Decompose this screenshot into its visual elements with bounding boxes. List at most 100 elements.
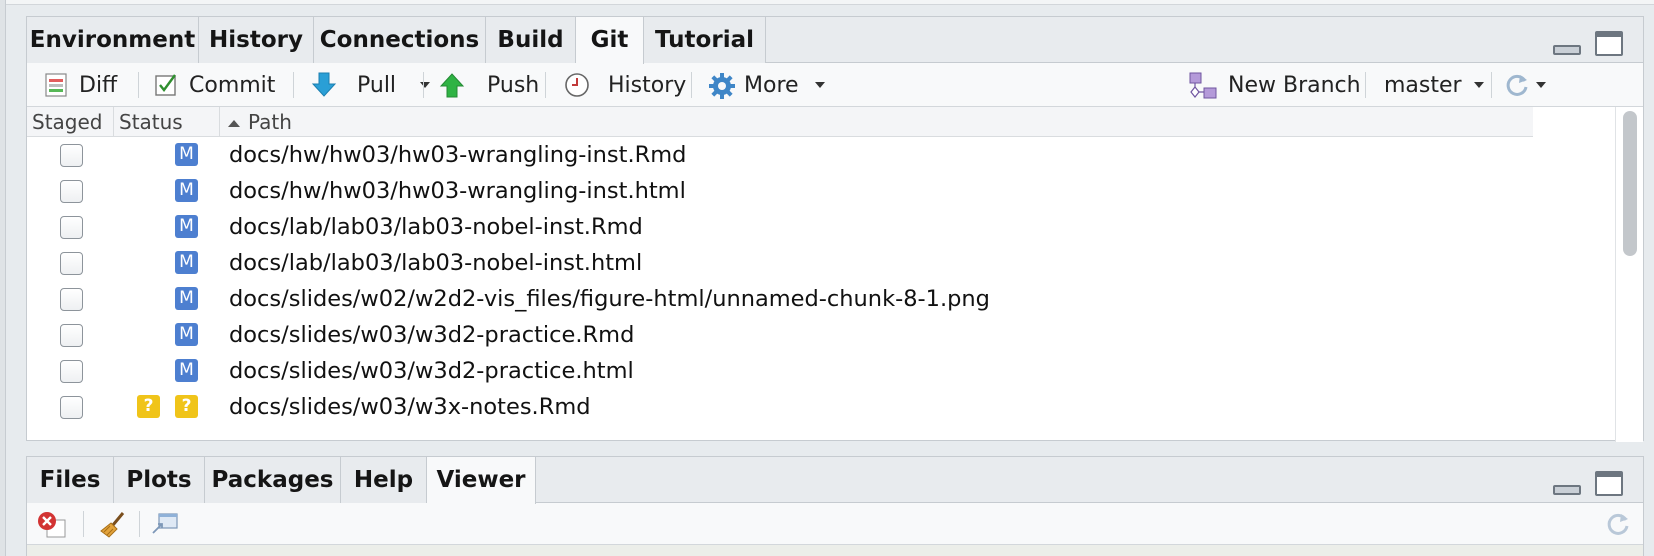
pull-label: Pull	[357, 72, 397, 98]
file-row[interactable]: Mdocs/slides/w02/w2d2-vis_files/figure-h…	[27, 281, 1533, 317]
file-path[interactable]: docs/slides/w03/w3x-notes.Rmd	[229, 389, 591, 425]
modified-status-badge: M	[175, 287, 198, 310]
clear-viewer-button[interactable]	[37, 503, 66, 545]
modified-status-badge: M	[175, 359, 198, 382]
tab-packages[interactable]: Packages	[205, 457, 341, 503]
toolbar-divider	[1491, 72, 1492, 98]
file-path[interactable]: docs/lab/lab03/lab03-nobel-inst.html	[229, 245, 642, 281]
popout-window-icon	[151, 511, 178, 537]
minimize-pane-icon[interactable]	[1553, 45, 1581, 55]
refresh-icon	[1504, 72, 1530, 98]
toolbar-divider	[138, 72, 139, 98]
untracked-status-badge: ?	[137, 395, 160, 418]
tab-help[interactable]: Help	[341, 457, 427, 503]
staged-checkbox[interactable]	[60, 180, 83, 203]
git-pane: Environment History Connections Build Gi…	[26, 16, 1644, 442]
push-button[interactable]: Push	[439, 63, 539, 107]
toolbar-divider	[139, 511, 140, 537]
toolbar-divider	[293, 72, 294, 98]
file-row[interactable]: Mdocs/lab/lab03/lab03-nobel-inst.html	[27, 245, 1533, 281]
maximize-pane-icon[interactable]	[1595, 471, 1623, 496]
file-list-scrollbar[interactable]	[1615, 107, 1643, 442]
file-path[interactable]: docs/hw/hw03/hw03-wrangling-inst.html	[229, 173, 686, 209]
tab-tutorial[interactable]: Tutorial	[644, 17, 766, 63]
refresh-icon	[1605, 511, 1631, 537]
tab-connections[interactable]: Connections	[314, 17, 486, 63]
new-branch-button[interactable]: New Branch	[1188, 63, 1361, 107]
staged-checkbox[interactable]	[60, 216, 83, 239]
show-in-new-window-button[interactable]	[151, 503, 178, 545]
toolbar-divider	[1365, 72, 1366, 98]
column-header-path[interactable]: Path	[220, 107, 1533, 137]
minimize-pane-icon[interactable]	[1553, 485, 1581, 495]
tab-viewer[interactable]: Viewer	[427, 457, 536, 504]
staged-checkbox[interactable]	[60, 360, 83, 383]
window-top-strip	[0, 0, 1654, 5]
file-row[interactable]: Mdocs/hw/hw03/hw03-wrangling-inst.html	[27, 173, 1533, 209]
column-header-path-label: Path	[248, 110, 292, 134]
pane-window-controls	[1545, 31, 1635, 61]
sort-ascending-icon	[228, 120, 240, 127]
tab-files[interactable]: Files	[27, 457, 114, 503]
tab-git[interactable]: Git	[576, 17, 644, 64]
scrollbar-thumb[interactable]	[1623, 111, 1637, 256]
file-row[interactable]: Mdocs/slides/w03/w3d2-practice.html	[27, 353, 1533, 389]
remove-icon	[37, 511, 66, 538]
modified-status-badge: M	[175, 143, 198, 166]
file-path[interactable]: docs/slides/w02/w2d2-vis_files/figure-ht…	[229, 281, 990, 317]
new-branch-label: New Branch	[1228, 72, 1361, 98]
untracked-status-badge: ?	[175, 395, 198, 418]
branch-selector[interactable]: master	[1384, 63, 1484, 107]
push-label: Push	[487, 72, 540, 98]
file-path[interactable]: docs/slides/w03/w3d2-practice.html	[229, 353, 634, 389]
viewer-content-area	[27, 545, 1643, 556]
viewer-toolbar	[27, 503, 1643, 545]
diff-icon	[43, 72, 69, 98]
viewer-refresh-button[interactable]	[1605, 503, 1631, 545]
file-path[interactable]: docs/slides/w03/w3d2-practice.Rmd	[229, 317, 634, 353]
staged-checkbox[interactable]	[60, 252, 83, 275]
diff-button[interactable]: Diff	[43, 63, 117, 107]
pull-dropdown-caret-icon[interactable]	[420, 82, 431, 88]
pull-arrow-down-icon	[311, 72, 337, 98]
tab-history[interactable]: History	[199, 17, 314, 63]
modified-status-badge: M	[175, 179, 198, 202]
branch-dropdown-caret-icon	[1473, 82, 1484, 88]
staged-checkbox[interactable]	[60, 324, 83, 347]
file-path[interactable]: docs/hw/hw03/hw03-wrangling-inst.Rmd	[229, 137, 686, 173]
clear-all-button[interactable]	[99, 503, 125, 545]
refresh-button[interactable]	[1504, 63, 1546, 107]
broom-icon	[99, 511, 125, 538]
more-menu-button[interactable]: More	[708, 63, 825, 107]
toolbar-divider	[691, 72, 692, 98]
file-path[interactable]: docs/lab/lab03/lab03-nobel-inst.Rmd	[229, 209, 643, 245]
push-arrow-up-icon	[439, 72, 465, 98]
refresh-dropdown-caret-icon[interactable]	[1536, 82, 1546, 88]
commit-checkbox-icon	[153, 72, 179, 98]
modified-status-badge: M	[175, 251, 198, 274]
branch-selector-value: master	[1384, 72, 1462, 98]
diff-label: Diff	[79, 72, 118, 98]
branch-icon	[1188, 72, 1218, 99]
file-row[interactable]: Mdocs/slides/w03/w3d2-practice.Rmd	[27, 317, 1533, 353]
maximize-pane-icon[interactable]	[1595, 31, 1623, 56]
more-dropdown-caret-icon	[814, 82, 825, 88]
tab-plots[interactable]: Plots	[114, 457, 205, 503]
file-row[interactable]: ?? docs/slides/w03/w3x-notes.Rmd	[27, 389, 1533, 425]
staged-checkbox[interactable]	[60, 396, 83, 419]
git-toolbar: Diff Commit Pull Push History More New B…	[27, 63, 1643, 107]
more-label: More	[744, 72, 799, 98]
column-header-status[interactable]: Status	[114, 107, 220, 137]
commit-button[interactable]: Commit	[153, 63, 275, 107]
tab-build[interactable]: Build	[486, 17, 576, 63]
column-header-staged[interactable]: Staged	[27, 107, 114, 137]
git-history-button[interactable]: History	[564, 63, 686, 107]
staged-checkbox[interactable]	[60, 144, 83, 167]
pull-button[interactable]: Pull	[311, 63, 431, 107]
file-row[interactable]: Mdocs/hw/hw03/hw03-wrangling-inst.Rmd	[27, 137, 1533, 173]
git-history-label: History	[608, 72, 687, 98]
tab-environment[interactable]: Environment	[27, 17, 199, 63]
file-row[interactable]: Mdocs/lab/lab03/lab03-nobel-inst.Rmd	[27, 209, 1533, 245]
staged-checkbox[interactable]	[60, 288, 83, 311]
top-pane-tabbar: Environment History Connections Build Gi…	[27, 17, 1643, 64]
